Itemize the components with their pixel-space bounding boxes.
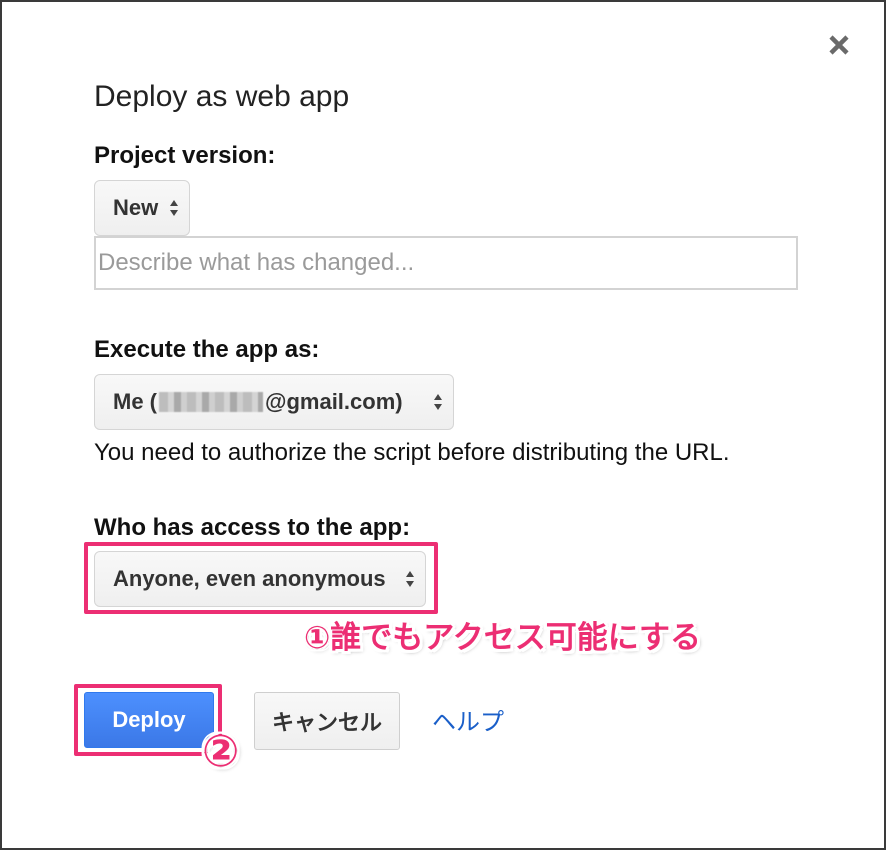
- access-label: Who has access to the app:: [94, 514, 411, 541]
- project-version-label: Project version:: [94, 142, 276, 169]
- select-arrows-icon: [170, 200, 178, 216]
- execute-as-label: Execute the app as:: [94, 336, 320, 363]
- close-icon[interactable]: [824, 30, 854, 60]
- select-arrows-icon: [434, 394, 442, 410]
- dialog-title: Deploy as web app: [94, 80, 350, 113]
- execute-as-suffix: @gmail.com): [265, 389, 403, 414]
- deploy-dialog: Deploy as web app Project version: New E…: [0, 0, 886, 850]
- annotation-step2: ②: [202, 726, 240, 777]
- project-version-select[interactable]: New: [94, 180, 190, 236]
- help-link[interactable]: ヘルプ: [432, 702, 504, 737]
- execute-as-select[interactable]: Me ( @gmail.com): [94, 374, 454, 430]
- cancel-button-label: キャンセル: [271, 711, 382, 736]
- redacted-email: [159, 392, 263, 412]
- access-highlight-box: [84, 542, 438, 614]
- deploy-highlight-box: [74, 684, 222, 756]
- project-version-value: New: [113, 195, 159, 220]
- version-description-input[interactable]: [94, 236, 798, 290]
- cancel-button[interactable]: キャンセル: [254, 692, 400, 750]
- annotation-step1: ①誰でもアクセス可能にする: [304, 620, 702, 656]
- authorize-note: You need to authorize the script before …: [94, 439, 730, 466]
- execute-as-prefix: Me (: [113, 389, 157, 414]
